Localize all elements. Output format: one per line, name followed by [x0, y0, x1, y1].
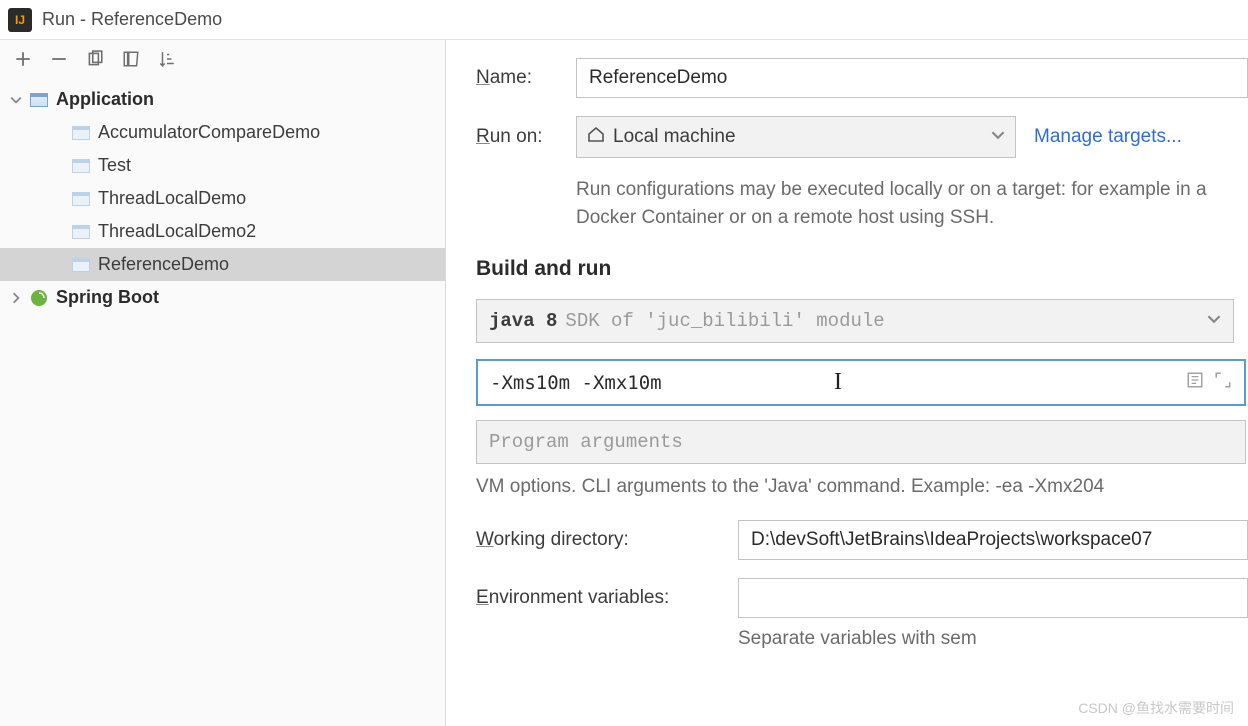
- category-label: Spring Boot: [56, 287, 159, 308]
- vm-options-hint: VM options. CLI arguments to the 'Java' …: [476, 476, 1248, 498]
- tree-item[interactable]: Test: [0, 149, 445, 182]
- sdk-dropdown[interactable]: java 8 SDK of 'juc_bilibili' module: [476, 299, 1234, 343]
- add-button[interactable]: [12, 48, 34, 70]
- vm-options-input[interactable]: [490, 372, 828, 394]
- tree-item[interactable]: ThreadLocalDemo: [0, 182, 445, 215]
- sort-button[interactable]: [156, 48, 178, 70]
- main-area: Application AccumulatorCompareDemo Test …: [0, 40, 1248, 726]
- build-run-title: Build and run: [476, 257, 1248, 281]
- remove-button[interactable]: [48, 48, 70, 70]
- sidebar-toolbar: [0, 40, 445, 79]
- name-row: Name:: [476, 58, 1248, 98]
- env-label: Environment variables:: [476, 587, 738, 609]
- tree-item-label: Test: [98, 155, 131, 176]
- run-config-icon: [72, 159, 90, 173]
- program-arguments-input[interactable]: Program arguments: [476, 420, 1246, 464]
- tree-item[interactable]: ThreadLocalDemo2: [0, 215, 445, 248]
- name-input[interactable]: [576, 58, 1248, 98]
- copy-button[interactable]: [84, 48, 106, 70]
- vm-options-field[interactable]: I: [476, 359, 1246, 406]
- run-on-row: Run on: Local machine Manage targets...: [476, 116, 1248, 158]
- tree-item[interactable]: AccumulatorCompareDemo: [0, 116, 445, 149]
- spring-boot-icon: [30, 289, 48, 307]
- run-config-icon: [72, 225, 90, 239]
- run-config-icon: [72, 192, 90, 206]
- tree-item-label: ReferenceDemo: [98, 254, 229, 275]
- sidebar: Application AccumulatorCompareDemo Test …: [0, 40, 446, 726]
- run-on-hint: Run configurations may be executed local…: [576, 176, 1248, 231]
- title-bar: IJ Run - ReferenceDemo: [0, 0, 1248, 40]
- env-row: Environment variables:: [476, 578, 1248, 618]
- tree-item-label: AccumulatorCompareDemo: [98, 122, 320, 143]
- tree-item-selected[interactable]: ReferenceDemo: [0, 248, 445, 281]
- chevron-right-icon: [10, 292, 24, 304]
- application-icon: [30, 93, 48, 107]
- run-config-icon: [72, 258, 90, 272]
- history-icon[interactable]: [1186, 371, 1204, 395]
- tree-category-application[interactable]: Application: [0, 83, 445, 116]
- window-title: Run - ReferenceDemo: [42, 9, 222, 30]
- run-on-value: Local machine: [613, 126, 736, 148]
- working-dir-label: Working directory:: [476, 529, 738, 551]
- home-icon: [587, 125, 605, 149]
- sdk-module-hint: SDK of 'juc_bilibili' module: [565, 310, 884, 332]
- run-on-dropdown[interactable]: Local machine: [576, 116, 1016, 158]
- env-hint: Separate variables with sem: [738, 628, 1248, 650]
- app-icon: IJ: [8, 8, 32, 32]
- category-label: Application: [56, 89, 154, 110]
- chevron-down-icon: [1207, 310, 1221, 332]
- run-on-label: Run on:: [476, 126, 576, 148]
- save-button[interactable]: [120, 48, 142, 70]
- sdk-name: java 8: [489, 310, 557, 332]
- content-panel: Name: Run on: Local machine Manage targe…: [446, 40, 1248, 726]
- working-dir-input[interactable]: [738, 520, 1248, 560]
- run-config-icon: [72, 126, 90, 140]
- config-tree: Application AccumulatorCompareDemo Test …: [0, 79, 445, 314]
- tree-item-label: ThreadLocalDemo: [98, 188, 246, 209]
- name-label: Name:: [476, 67, 576, 89]
- text-cursor-icon: I: [834, 369, 842, 396]
- working-dir-row: Working directory:: [476, 520, 1248, 560]
- manage-targets-link[interactable]: Manage targets...: [1034, 126, 1182, 148]
- tree-category-spring-boot[interactable]: Spring Boot: [0, 281, 445, 314]
- chevron-down-icon: [10, 94, 24, 106]
- chevron-down-icon: [991, 126, 1005, 148]
- env-input[interactable]: [738, 578, 1248, 618]
- tree-item-label: ThreadLocalDemo2: [98, 221, 256, 242]
- expand-icon[interactable]: [1214, 371, 1232, 395]
